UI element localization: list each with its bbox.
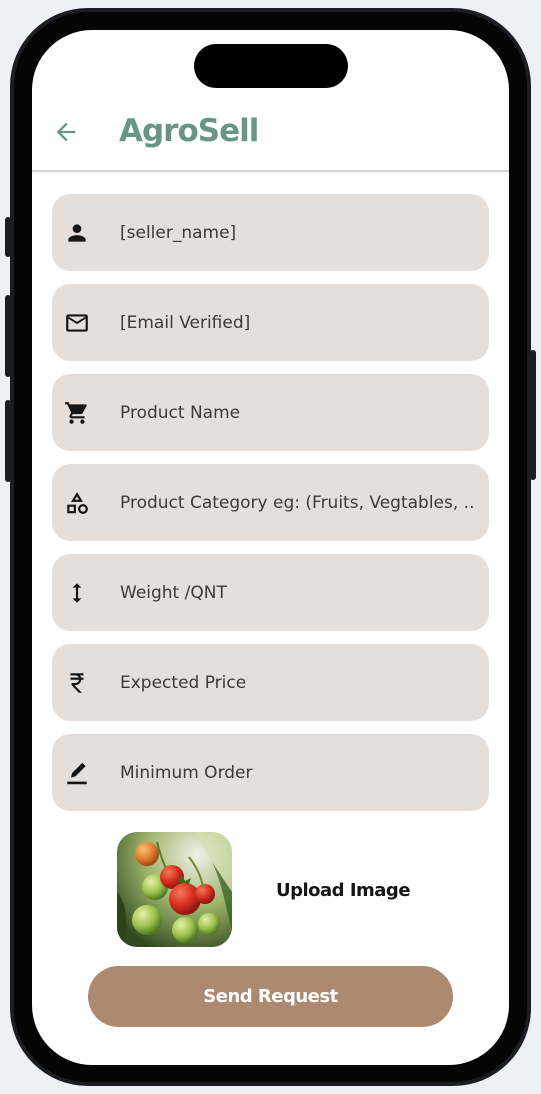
seller-name-field[interactable] <box>52 194 489 271</box>
product-category-input[interactable] <box>120 464 475 541</box>
rupee-icon <box>64 670 90 696</box>
weight-input[interactable] <box>120 554 475 631</box>
upload-image-label[interactable]: Upload Image <box>276 880 411 901</box>
category-shapes-icon <box>64 490 90 516</box>
dynamic-island <box>194 44 348 88</box>
product-category-field[interactable] <box>52 464 489 541</box>
edit-pen-icon <box>64 760 90 786</box>
vertical-arrows-icon <box>64 580 90 606</box>
minimum-order-field[interactable] <box>52 734 489 811</box>
email-field[interactable] <box>52 284 489 361</box>
expected-price-field[interactable] <box>52 644 489 721</box>
upload-image-thumbnail[interactable] <box>117 832 232 947</box>
arrow-left-icon <box>56 122 76 142</box>
expected-price-input[interactable] <box>120 644 475 721</box>
email-input[interactable] <box>120 284 475 361</box>
cart-icon <box>64 400 90 426</box>
app-title: AgroSell <box>119 113 259 149</box>
seller-name-input[interactable] <box>120 194 475 271</box>
minimum-order-input[interactable] <box>120 734 475 811</box>
tomatoes-photo <box>117 832 232 947</box>
app-bar: AgroSell <box>32 88 509 172</box>
back-button[interactable] <box>48 114 84 150</box>
person-icon <box>64 220 90 246</box>
send-request-button[interactable]: Send Request <box>88 966 453 1027</box>
product-name-input[interactable] <box>120 374 475 451</box>
app-screen: AgroSell [seller_name] [Email Verified] … <box>32 30 509 1065</box>
product-name-field[interactable] <box>52 374 489 451</box>
weight-field[interactable] <box>52 554 489 631</box>
mail-icon <box>64 310 90 336</box>
